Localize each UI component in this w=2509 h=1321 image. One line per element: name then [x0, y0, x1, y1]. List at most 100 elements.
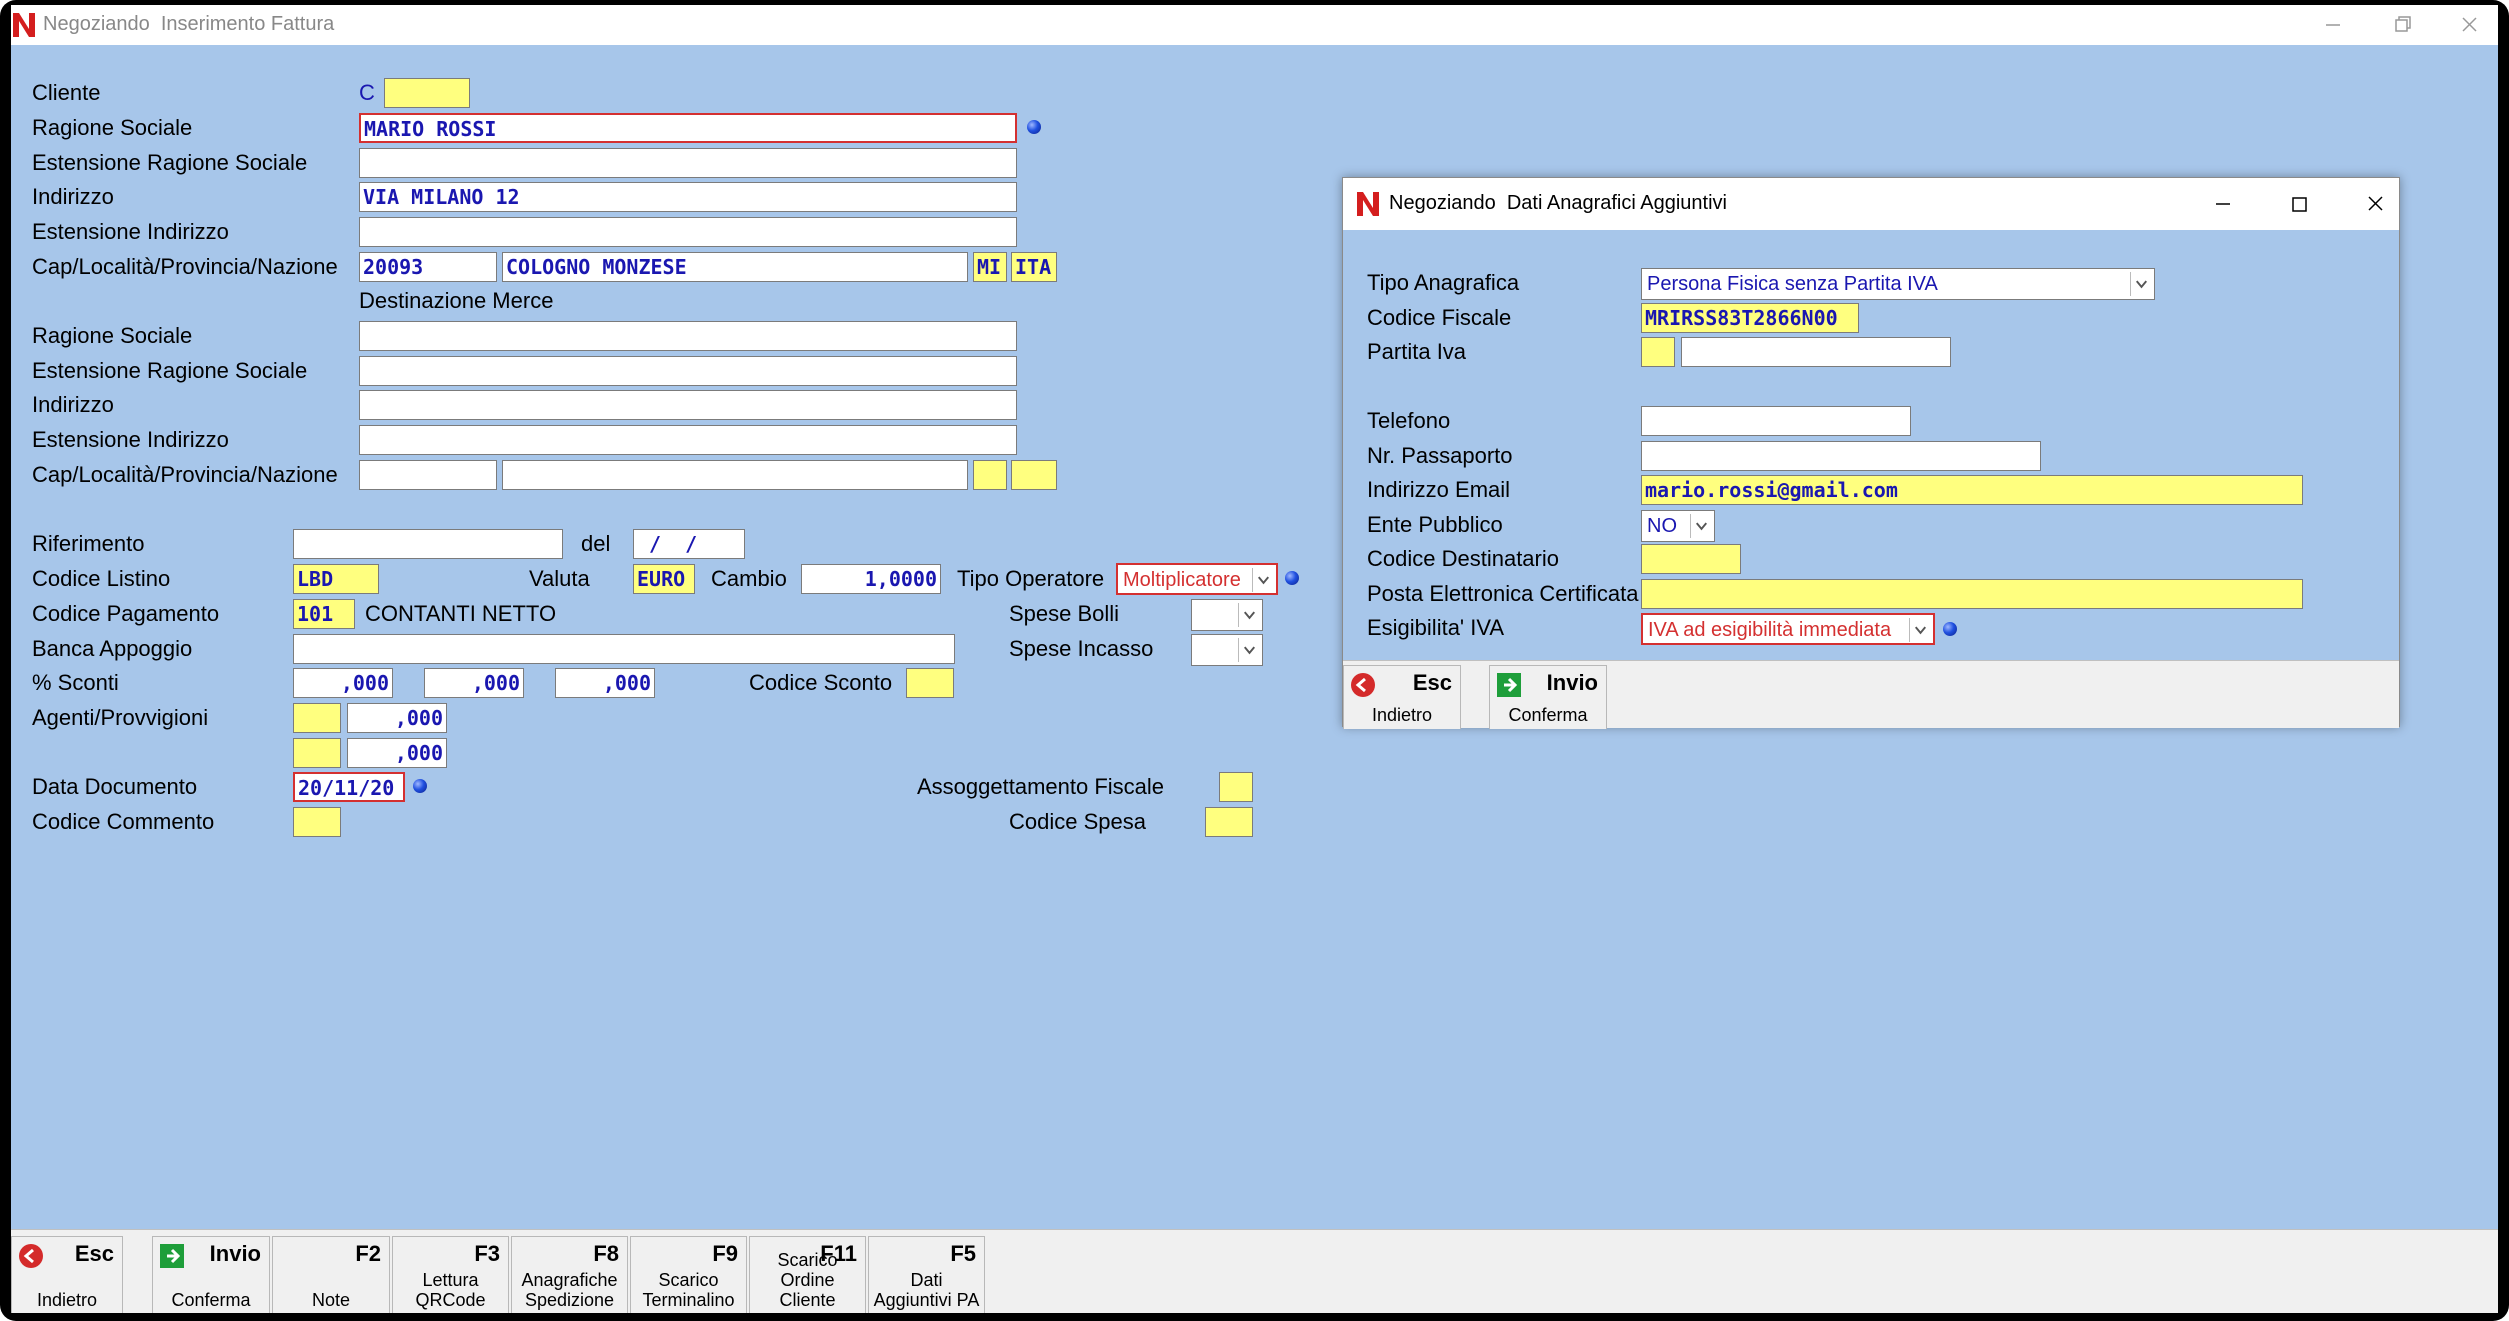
codice-pagamento-field[interactable]: 101 [293, 599, 355, 629]
esigibilita-select[interactable]: IVA ad esigibilità immediata [1641, 613, 1935, 645]
pec-field[interactable] [1641, 579, 2303, 609]
confirm-arrow-icon [160, 1244, 184, 1268]
dest-est-ragione-sociale-label: Estensione Ragione Sociale [32, 358, 308, 383]
valuta-field[interactable]: EURO [633, 564, 695, 594]
esc-button[interactable]: Esc Indietro [11, 1236, 123, 1313]
cap-label: Cap/Località/Provincia/Nazione [32, 254, 338, 279]
codice-pagamento-label: Codice Pagamento [32, 601, 220, 626]
chevron-down-icon[interactable] [1252, 568, 1274, 592]
agente-1-value-field[interactable]: ,000 [347, 703, 447, 733]
lookup-dot-icon[interactable] [1943, 622, 1957, 636]
close-icon[interactable] [2439, 9, 2498, 41]
cliente-code-field[interactable] [384, 78, 470, 108]
chevron-down-icon[interactable] [1909, 618, 1931, 642]
chevron-down-icon[interactable] [1238, 603, 1260, 627]
close-icon[interactable] [2345, 188, 2405, 220]
riferimento-field[interactable] [293, 529, 563, 559]
esigibilita-label: Esigibilita' IVA [1367, 615, 1505, 640]
localita-field[interactable]: COLOGNO MONZESE [502, 252, 968, 282]
agente-2-code-field[interactable] [293, 738, 341, 768]
data-documento-field[interactable]: 20/11/20 [293, 772, 405, 802]
est-indirizzo-field[interactable] [359, 217, 1017, 247]
tipo-anagrafica-label: Tipo Anagrafica [1367, 270, 1520, 295]
desc-line-2: Terminalino [642, 1290, 735, 1310]
key-label: Invio [209, 1241, 261, 1266]
minimize-icon[interactable] [2303, 9, 2363, 41]
partita-iva-field[interactable] [1681, 337, 1951, 367]
minimize-icon[interactable] [2193, 188, 2253, 220]
codice-listino-field[interactable]: LBD [293, 564, 379, 594]
riferimento-label: Riferimento [32, 531, 145, 556]
sconto-1-field[interactable]: ,000 [293, 668, 393, 698]
partita-iva-prefix-field[interactable] [1641, 337, 1675, 367]
ente-pubblico-select[interactable]: NO [1641, 510, 1715, 542]
passaporto-label: Nr. Passaporto [1367, 443, 1513, 468]
indirizzo-field[interactable]: VIA MILANO 12 [359, 182, 1017, 212]
passaporto-field[interactable] [1641, 441, 2041, 471]
cambio-field[interactable]: 1,0000 [801, 564, 941, 594]
agente-1-code-field[interactable] [293, 703, 341, 733]
f3-qrcode-button[interactable]: F3 Lettura QRCode [392, 1236, 509, 1313]
desc-line-2: Aggiuntivi PA [873, 1290, 980, 1310]
codice-commento-field[interactable] [293, 807, 341, 837]
dest-localita-field[interactable] [502, 460, 968, 490]
codice-destinatario-field[interactable] [1641, 544, 1741, 574]
lookup-dot-icon[interactable] [1027, 120, 1041, 134]
f8-spedizione-button[interactable]: F8 Anagrafiche Spedizione [511, 1236, 628, 1313]
tipo-anagrafica-value: Persona Fisica senza Partita IVA [1647, 273, 1938, 295]
telefono-field[interactable] [1641, 406, 1911, 436]
spese-incasso-select[interactable] [1191, 634, 1263, 666]
lookup-dot-icon[interactable] [1285, 571, 1299, 585]
tipo-anagrafica-select[interactable]: Persona Fisica senza Partita IVA [1641, 268, 2155, 300]
f9-terminalino-button[interactable]: F9 Scarico Terminalino [630, 1236, 747, 1313]
chevron-down-icon[interactable] [2130, 272, 2152, 296]
lookup-dot-icon[interactable] [413, 779, 427, 793]
dest-est-ragione-sociale-field[interactable] [359, 356, 1017, 386]
assoggettamento-field[interactable] [1219, 772, 1253, 802]
dest-ragione-sociale-field[interactable] [359, 321, 1017, 351]
est-ragione-sociale-field[interactable] [359, 148, 1017, 178]
ragione-sociale-label: Ragione Sociale [32, 115, 193, 140]
sconto-3-field[interactable]: ,000 [555, 668, 655, 698]
spese-bolli-select[interactable] [1191, 599, 1263, 631]
ente-pubblico-value: NO [1647, 515, 1677, 537]
chevron-down-icon[interactable] [1238, 638, 1260, 662]
provincia-field[interactable]: MI [973, 252, 1007, 282]
ragione-sociale-field[interactable]: MARIO ROSSI [359, 113, 1017, 143]
dest-nazione-field[interactable] [1011, 460, 1057, 490]
dest-indirizzo-field[interactable] [359, 390, 1017, 420]
tipo-operatore-select[interactable]: Moltiplicatore [1116, 563, 1278, 595]
dest-est-indirizzo-field[interactable] [359, 425, 1017, 455]
codice-fiscale-field[interactable]: MRIRSS83T2866N00 [1641, 303, 1859, 333]
nazione-field[interactable]: ITA [1011, 252, 1057, 282]
banca-appoggio-field[interactable] [293, 634, 955, 664]
del-date-field[interactable]: / / [633, 529, 745, 559]
agente-2-value-field[interactable]: ,000 [347, 738, 447, 768]
email-field[interactable]: mario.rossi@gmail.com [1641, 475, 2303, 505]
title-bar: Negoziando Inserimento Fattura [11, 5, 2498, 45]
f11-ordine-cliente-button[interactable]: F11 Scarico Ordine Cliente [749, 1236, 866, 1313]
restore-icon[interactable] [2373, 9, 2433, 41]
invio-button[interactable]: Invio Conferma [152, 1236, 270, 1313]
email-label: Indirizzo Email [1367, 477, 1511, 502]
dest-provincia-field[interactable] [973, 460, 1007, 490]
maximize-icon[interactable] [2269, 188, 2329, 220]
desc-line-1: Lettura [422, 1270, 479, 1290]
spese-incasso-label: Spese Incasso [1009, 636, 1154, 661]
data-documento-label: Data Documento [32, 774, 198, 799]
dialog-invio-button[interactable]: Invio Conferma [1489, 665, 1607, 729]
chevron-down-icon[interactable] [1690, 514, 1712, 538]
sconto-2-field[interactable]: ,000 [424, 668, 524, 698]
codice-sconto-field[interactable] [906, 668, 954, 698]
codice-pagamento-description: CONTANTI NETTO [365, 601, 557, 626]
f2-note-button[interactable]: F2 Note [272, 1236, 390, 1313]
f5-dati-pa-button[interactable]: F5 Dati Aggiuntivi PA [868, 1236, 985, 1313]
codice-spesa-field[interactable] [1205, 807, 1253, 837]
codice-commento-label: Codice Commento [32, 809, 215, 834]
dest-cap-field[interactable] [359, 460, 497, 490]
desc-label: Anagrafiche Spedizione [512, 1270, 627, 1310]
confirm-arrow-icon [1497, 673, 1521, 697]
dialog-esc-button[interactable]: Esc Indietro [1343, 665, 1461, 729]
cap-field[interactable]: 20093 [359, 252, 497, 282]
codice-fiscale-label: Codice Fiscale [1367, 305, 1512, 330]
